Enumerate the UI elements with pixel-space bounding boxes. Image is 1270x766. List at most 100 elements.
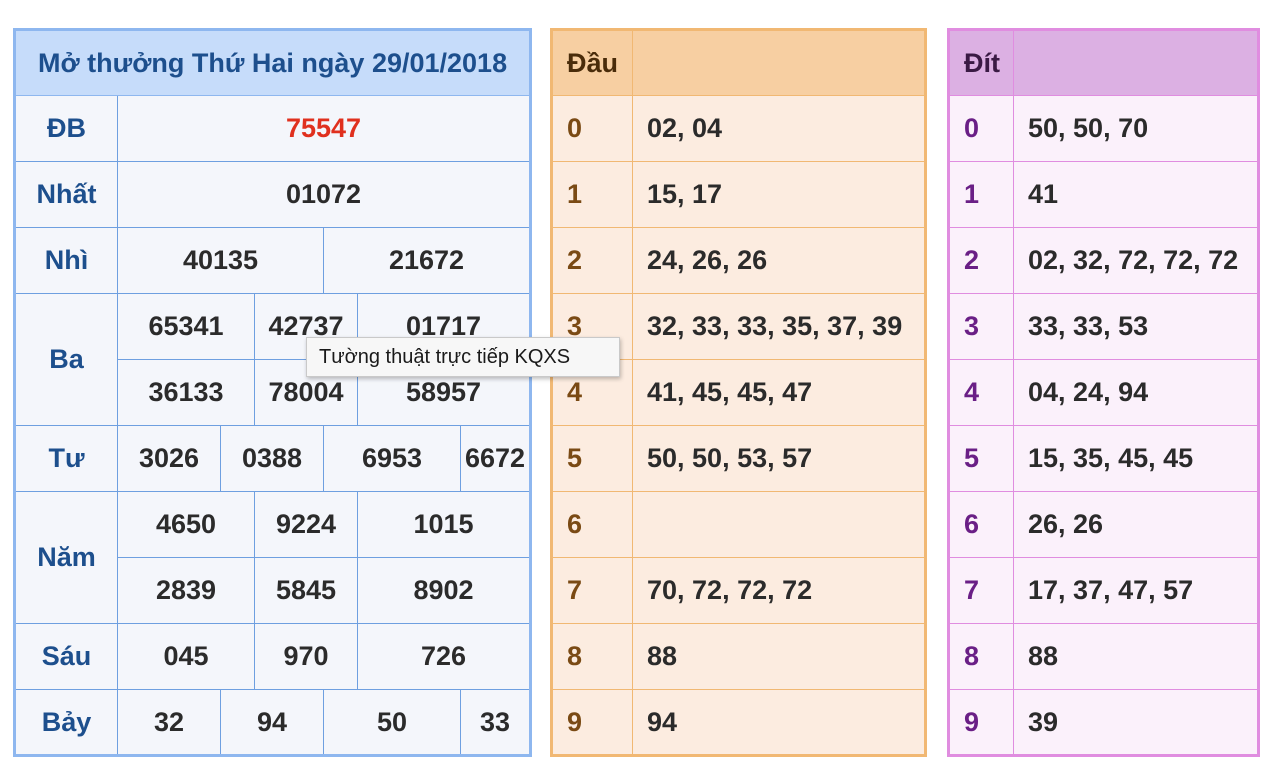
tail-digit: 2 [948,227,1014,294]
prize-number: 21672 [322,227,532,294]
prize-number: 40135 [117,227,324,294]
prize-row-db: ĐB 75547 [14,95,532,162]
prize-number: 726 [356,623,532,690]
prize-number: 045 [117,623,255,690]
tail-values: 41 [1013,161,1259,228]
tail-digit: 6 [948,491,1014,558]
prize-number: 4650 [117,491,255,558]
prize-number: 36133 [117,359,255,426]
tail-digit: 4 [948,359,1014,426]
tail-digit: 5 [948,425,1014,492]
tail-digit: 0 [948,95,1014,162]
head-row: 8 88 [551,623,926,690]
head-digit: 5 [551,425,633,492]
head-values: 02, 04 [632,95,926,162]
prize-label: Nhì [14,227,118,294]
tail-values: 15, 35, 45, 45 [1013,425,1259,492]
head-values: 41, 45, 45, 47 [632,359,926,426]
head-values: 88 [632,623,926,690]
tail-values: 39 [1013,689,1259,756]
prize-row-nam: Năm 4650 9224 1015 [14,491,532,624]
tail-row: 7 17, 37, 47, 57 [948,557,1259,624]
tail-row: 9 39 [948,689,1259,756]
tail-values-header [1013,29,1259,96]
head-values: 94 [632,689,926,756]
prize-row-sau: Sáu 045 970 726 [14,623,532,690]
prize-number: 32 [117,689,221,756]
head-digit: 7 [551,557,633,624]
head-row: 0 02, 04 [551,95,926,162]
prize-label: Nhất [14,161,118,228]
tail-row: 0 50, 50, 70 [948,95,1259,162]
tail-digit: 3 [948,293,1014,360]
prize-row-nhat: Nhất 01072 [14,161,532,228]
tail-digit: 1 [948,161,1014,228]
prize-number: 5845 [254,557,358,624]
tail-digit: 8 [948,623,1014,690]
prize-number: 1015 [356,491,532,558]
prize-label: Năm [14,491,118,624]
head-digit-table: Đầu 0 02, 04 1 15, 17 2 24, 26, 26 3 32, 33, 33… [550,28,927,757]
prize-number: 6672 [459,425,532,492]
head-digit: 9 [551,689,633,756]
head-digit-header: Đầu [551,29,633,96]
prize-row-bay: Bảy 32 94 50 33 [14,689,532,756]
tail-digit-header: Đít [948,29,1014,96]
tail-row: 5 15, 35, 45, 45 [948,425,1259,492]
prize-label: Ba [14,293,118,426]
prize-number: 970 [254,623,358,690]
head-digit: 2 [551,227,633,294]
tail-row: 1 41 [948,161,1259,228]
tail-values: 04, 24, 94 [1013,359,1259,426]
tail-values: 33, 33, 53 [1013,293,1259,360]
prize-number: 33 [459,689,532,756]
prize-label: Sáu [14,623,118,690]
head-digit: 1 [551,161,633,228]
prize-number: 65341 [117,293,255,360]
tail-digit: 7 [948,557,1014,624]
tail-values: 88 [1013,623,1259,690]
head-row: 7 70, 72, 72, 72 [551,557,926,624]
head-values: 32, 33, 33, 35, 37, 39 [632,293,926,360]
tail-row: 8 88 [948,623,1259,690]
prize-number: 50 [323,689,461,756]
prize-number: 9224 [254,491,358,558]
tail-values: 02, 32, 72, 72, 72 [1013,227,1259,294]
head-values [632,491,926,558]
tail-row: 2 02, 32, 72, 72, 72 [948,227,1259,294]
head-digit: 8 [551,623,633,690]
prize-label: Tư [14,425,118,492]
head-row: 5 50, 50, 53, 57 [551,425,926,492]
prize-number: 0388 [220,425,324,492]
prize-number: 2839 [117,557,255,624]
prize-number: 01072 [116,161,532,228]
prize-number: 6953 [323,425,461,492]
head-row: 2 24, 26, 26 [551,227,926,294]
head-row: 9 94 [551,689,926,756]
tail-digit-table: Đít 0 50, 50, 70 1 41 2 02, 32, 72, 72, 72 3 33… [947,28,1260,757]
head-row: 1 15, 17 [551,161,926,228]
tail-row: 4 04, 24, 94 [948,359,1259,426]
tail-row: 6 26, 26 [948,491,1259,558]
tail-values: 50, 50, 70 [1013,95,1259,162]
head-values: 15, 17 [632,161,926,228]
prize-number: 8902 [356,557,532,624]
prize-row-nhi: Nhì 40135 21672 [14,227,532,294]
prize-row-tu: Tư 3026 0388 6953 6672 [14,425,532,492]
tooltip: Tường thuật trực tiếp KQXS [306,337,620,377]
head-digit: 0 [551,95,633,162]
head-row: 6 [551,491,926,558]
results-title: Mở thưởng Thứ Hai ngày 29/01/2018 [13,29,532,96]
results-table: Mở thưởng Thứ Hai ngày 29/01/2018 ĐB 755… [13,28,533,757]
head-digit: 6 [551,491,633,558]
head-values-header [632,29,926,96]
tail-digit: 9 [948,689,1014,756]
prize-label: ĐB [14,95,118,162]
tail-row: 3 33, 33, 53 [948,293,1259,360]
head-values: 50, 50, 53, 57 [632,425,926,492]
head-values: 24, 26, 26 [632,227,926,294]
head-values: 70, 72, 72, 72 [632,557,926,624]
prize-number: 94 [220,689,324,756]
special-prize-number: 75547 [116,95,532,162]
tail-values: 17, 37, 47, 57 [1013,557,1259,624]
